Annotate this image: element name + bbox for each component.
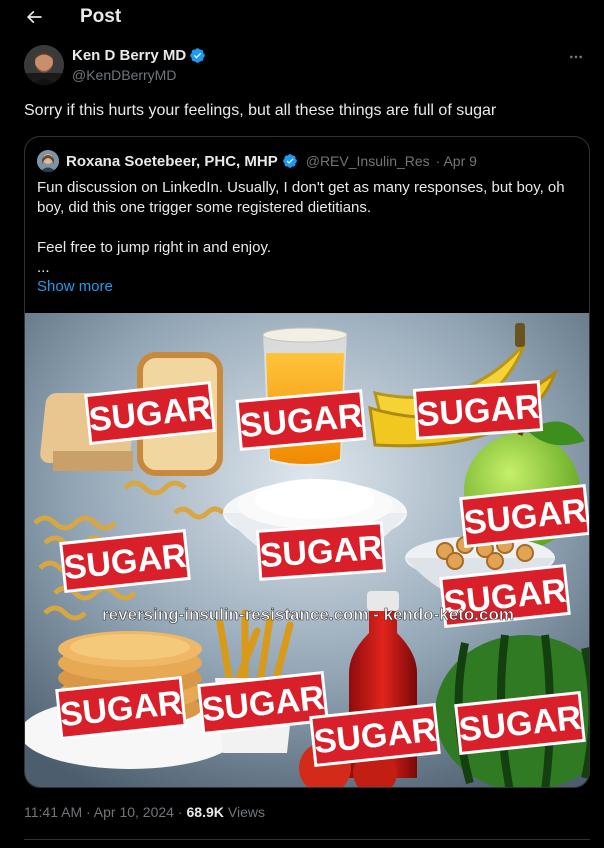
more-options-button[interactable] (566, 49, 586, 65)
top-bar: Post (0, 0, 604, 36)
back-button[interactable] (22, 5, 46, 29)
food-collage-image: SUGAR SUGAR SUGAR SUGAR SUGAR SUGAR SUGA… (25, 313, 589, 787)
show-more-link[interactable]: Show more (37, 278, 113, 295)
quote-text: Fun discussion on LinkedIn. Usually, I d… (37, 178, 582, 278)
more-horizontal-icon (570, 55, 582, 59)
quote-header: Roxana Soetebeer, PHC, MHP @REV_Insulin_… (37, 150, 477, 172)
author-name[interactable]: Ken D Berry MD (72, 47, 206, 64)
author-handle[interactable]: @KenDBerryMD (72, 67, 176, 83)
views-count: 68.9K (186, 804, 224, 820)
post-timestamp[interactable]: 11:41 AM · Apr 10, 2024 · (24, 804, 183, 820)
avatar[interactable] (24, 45, 64, 85)
post-text: Sorry if this hurts your feelings, but a… (24, 102, 497, 119)
quoted-post[interactable]: Roxana Soetebeer, PHC, MHP @REV_Insulin_… (24, 136, 590, 788)
quote-image[interactable]: SUGAR SUGAR SUGAR SUGAR SUGAR SUGAR SUGA… (25, 313, 589, 787)
quote-avatar (37, 150, 59, 172)
author-name-text[interactable]: Ken D Berry MD (72, 47, 186, 64)
page-title: Post (80, 6, 122, 27)
quote-text-line: boy, did this one trigger some registere… (37, 199, 372, 216)
post-meta: 11:41 AM · Apr 10, 2024 · 68.9K Views (24, 804, 265, 820)
divider (24, 839, 590, 840)
views-label: Views (227, 804, 265, 820)
arrow-left-icon (26, 10, 42, 24)
quote-text-line: Feel free to jump right in and enjoy. (37, 239, 272, 256)
verified-badge-icon (282, 154, 297, 168)
quote-date: · Apr 9 (435, 153, 477, 169)
quote-author-name: Roxana Soetebeer, PHC, MHP (66, 152, 278, 170)
quote-author-handle: @REV_Insulin_Res (305, 153, 430, 169)
image-watermark: reversing-insulin-resistance.com - kendo… (102, 605, 514, 624)
verified-badge-icon (190, 48, 205, 63)
quote-text-line: ... (37, 259, 50, 276)
quote-text-line: Fun discussion on LinkedIn. Usually, I d… (37, 179, 565, 196)
post-author: Ken D Berry MD @KenDBerryMD (24, 45, 594, 87)
